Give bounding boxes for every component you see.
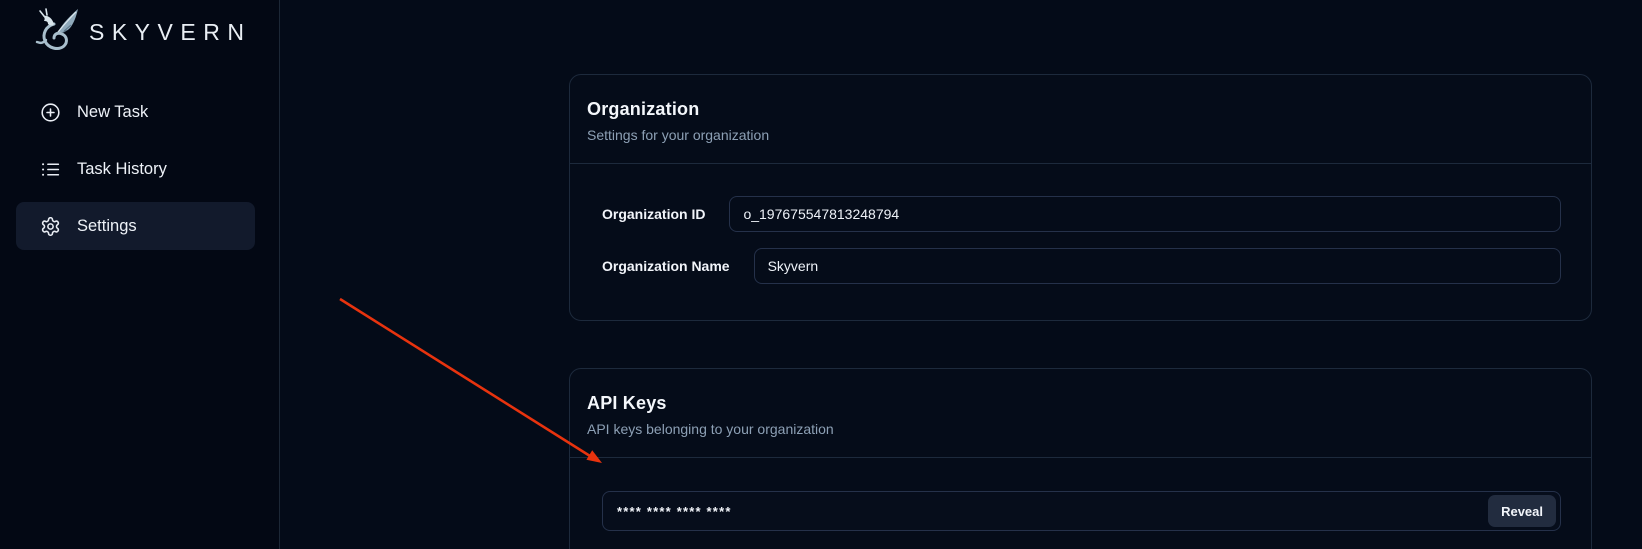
sidebar-item-label: Settings: [77, 217, 137, 236]
api-keys-card-subtitle: API keys belonging to your organization: [587, 421, 1575, 437]
sidebar: SKYVERN New Task Task History Settings: [0, 0, 280, 549]
api-key-masked-value: **** **** **** ****: [603, 504, 1488, 519]
brand[interactable]: SKYVERN: [16, 6, 255, 58]
settings-page: Organization Settings for your organizat…: [280, 0, 1642, 549]
api-keys-card-title: API Keys: [587, 393, 1575, 414]
organization-card-header: Organization Settings for your organizat…: [570, 75, 1591, 163]
gear-icon: [40, 216, 61, 237]
organization-card-body: Organization ID Organization Name: [570, 163, 1591, 320]
sidebar-item-task-history[interactable]: Task History: [16, 145, 255, 193]
sidebar-item-label: Task History: [77, 160, 167, 179]
api-key-field[interactable]: **** **** **** **** Reveal: [602, 491, 1561, 531]
api-keys-card-body: **** **** **** **** Reveal: [570, 457, 1591, 549]
organization-id-input[interactable]: [729, 196, 1561, 232]
plus-circle-icon: [40, 102, 61, 123]
organization-id-label: Organization ID: [602, 206, 705, 222]
api-keys-card: API Keys API keys belonging to your orga…: [569, 368, 1592, 549]
brand-name: SKYVERN: [89, 19, 251, 46]
skyvern-app: SKYVERN New Task Task History Settings: [0, 0, 1642, 549]
reveal-button[interactable]: Reveal: [1488, 495, 1556, 527]
organization-card: Organization Settings for your organizat…: [569, 74, 1592, 321]
list-icon: [40, 159, 61, 180]
sidebar-nav: New Task Task History Settings: [16, 88, 255, 250]
organization-name-label: Organization Name: [602, 258, 730, 274]
skyvern-dragon-logo-icon: [34, 6, 80, 59]
api-keys-card-header: API Keys API keys belonging to your orga…: [570, 369, 1591, 457]
organization-name-row: Organization Name: [602, 248, 1561, 284]
organization-id-row: Organization ID: [602, 196, 1561, 232]
organization-name-input[interactable]: [754, 248, 1561, 284]
sidebar-item-settings[interactable]: Settings: [16, 202, 255, 250]
organization-card-title: Organization: [587, 99, 1575, 120]
sidebar-item-label: New Task: [77, 103, 148, 122]
organization-card-subtitle: Settings for your organization: [587, 127, 1575, 143]
sidebar-item-new-task[interactable]: New Task: [16, 88, 255, 136]
